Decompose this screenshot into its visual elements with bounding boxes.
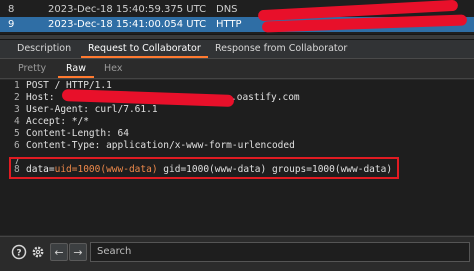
host-header: Host:	[26, 92, 60, 104]
row-type: HTTP	[216, 19, 242, 30]
row-number: 9	[8, 19, 15, 30]
user-agent-header: User-Agent: curl/7.61.1	[26, 104, 158, 115]
row-time: 2023-Dec-18 15:41:00.054 UTC	[48, 19, 207, 30]
line-number: 6	[14, 140, 20, 151]
tab-response-from-collaborator[interactable]: Response from Collaborator	[208, 40, 354, 58]
line-number: 5	[14, 128, 20, 139]
tab-description[interactable]: Description	[10, 40, 78, 58]
line-number: 4	[14, 116, 20, 127]
content-type-header: Content-Type: application/x-www-form-url…	[26, 140, 295, 151]
tab-raw[interactable]: Raw	[58, 60, 94, 78]
arrow-left-icon[interactable]: ←	[50, 243, 68, 261]
settings-icon[interactable]	[29, 243, 47, 261]
search-bar: ? ← → Search	[0, 236, 474, 271]
tab-pretty[interactable]: Pretty	[10, 60, 54, 78]
search-placeholder: Search	[97, 246, 132, 257]
view-tabs: Pretty Raw Hex	[0, 59, 474, 79]
host-suffix: .oastify.com	[231, 92, 300, 103]
tab-request-to-collaborator[interactable]: Request to Collaborator	[81, 40, 208, 58]
svg-text:?: ?	[16, 249, 21, 259]
line-number: 2	[14, 92, 20, 103]
row-time: 2023-Dec-18 15:40:59.375 UTC	[48, 4, 207, 15]
highlight-box	[9, 157, 399, 179]
detail-tabs: Description Request to Collaborator Resp…	[0, 40, 474, 59]
accept-header: Accept: */*	[26, 116, 89, 127]
interactions-table: 8 2023-Dec-18 15:40:59.375 UTC DNS 9 202…	[0, 0, 474, 34]
line-number: 1	[14, 80, 20, 91]
row-type: DNS	[216, 4, 238, 15]
arrow-right-icon[interactable]: →	[69, 243, 87, 261]
content-length-header: Content-Length: 64	[26, 128, 129, 139]
help-icon[interactable]: ?	[10, 243, 28, 261]
tab-hex[interactable]: Hex	[96, 60, 130, 78]
host-prefix: Host:	[26, 92, 61, 103]
line-number: 3	[14, 104, 20, 115]
search-input[interactable]: Search	[90, 242, 470, 262]
row-number: 8	[8, 4, 15, 15]
